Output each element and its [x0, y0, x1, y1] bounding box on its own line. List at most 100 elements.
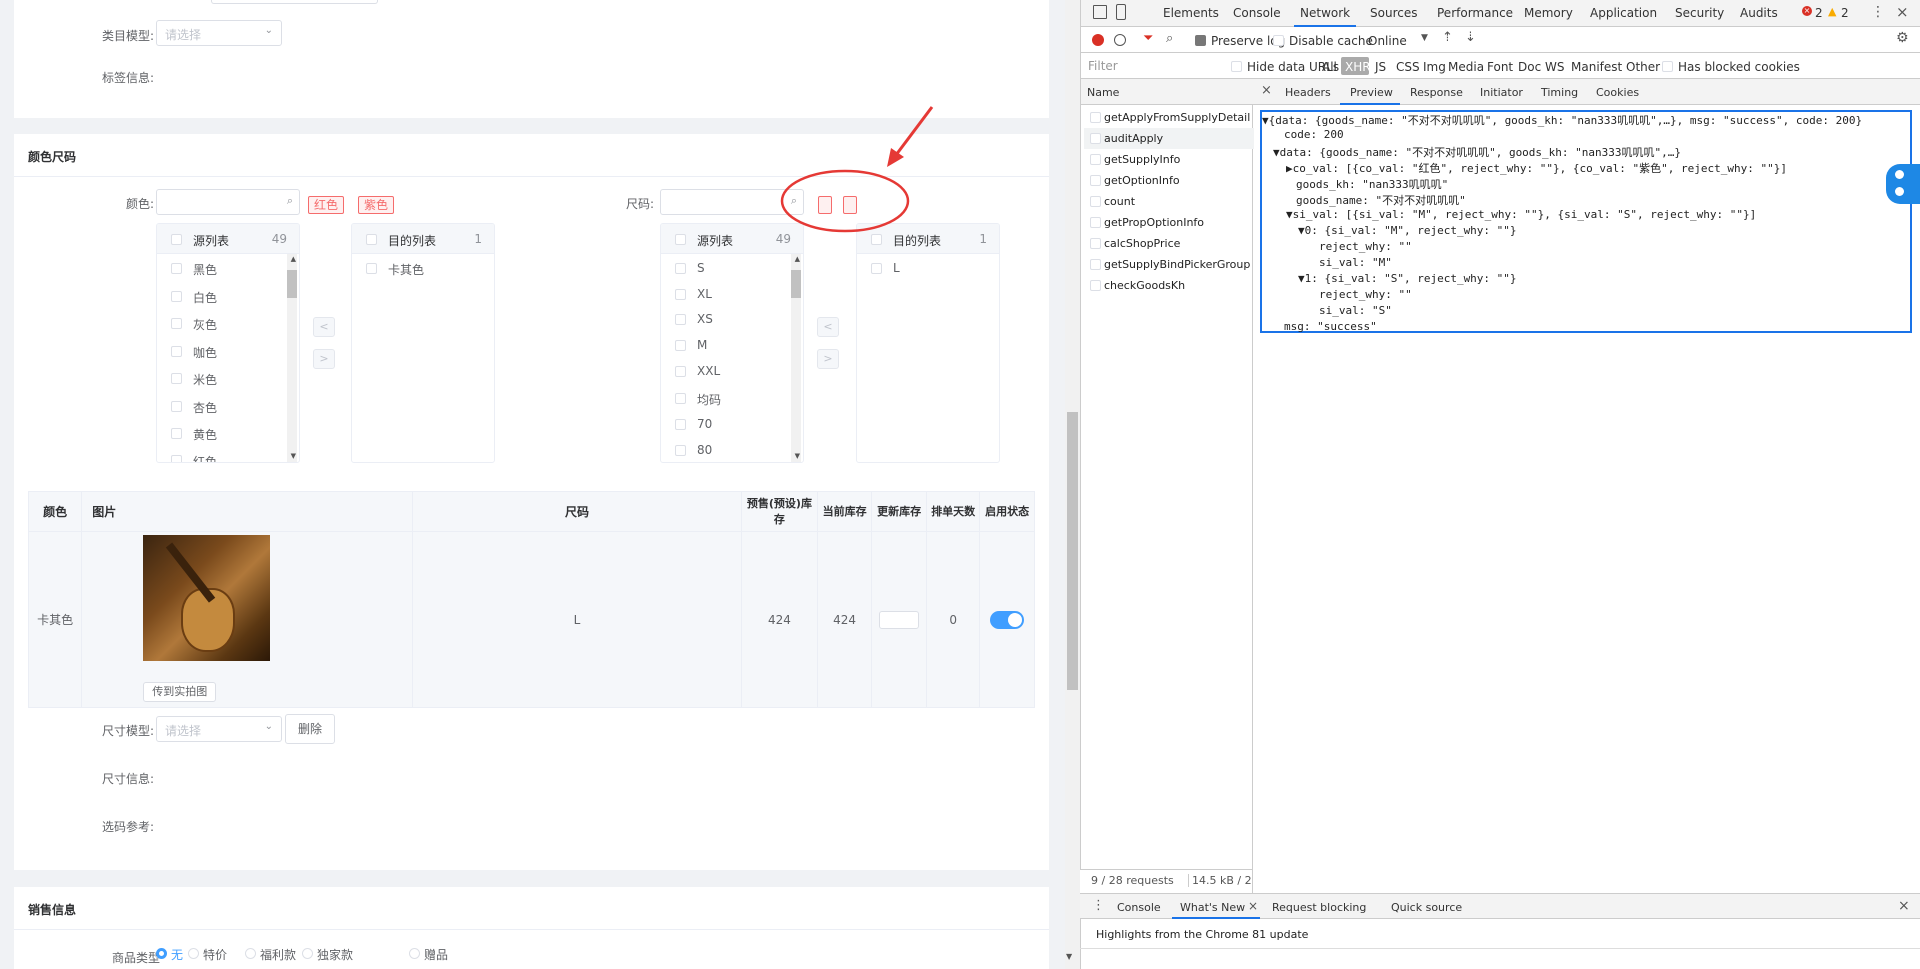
item-checkbox[interactable] — [675, 393, 686, 404]
move-left-button[interactable]: < — [817, 317, 839, 337]
upload-photo-button[interactable]: 传到实拍图 — [143, 682, 217, 702]
list-item[interactable]: 杏色 — [157, 396, 287, 416]
json-root[interactable]: ▼{data: {goods_name: "不对不对叽叽叽", goods_kh… — [1262, 112, 1862, 128]
request-row[interactable]: calcShopPrice — [1084, 233, 1254, 254]
list-item[interactable]: M — [661, 335, 791, 355]
more-options-icon[interactable]: ⋮ — [1871, 4, 1885, 20]
list-item[interactable]: 黑色 — [157, 258, 287, 278]
preserve-log-checkbox[interactable] — [1195, 35, 1206, 46]
update-stock-input[interactable] — [879, 610, 920, 629]
item-checkbox[interactable] — [366, 263, 377, 274]
move-right-button[interactable]: > — [817, 349, 839, 369]
export-har-icon[interactable]: ⇣ — [1465, 30, 1476, 45]
scroll-up-icon[interactable]: ▲ — [795, 255, 800, 263]
list-item[interactable]: 红色 — [157, 450, 287, 462]
tab-response[interactable]: Response — [1410, 86, 1463, 99]
request-row[interactable]: getSupplyInfo — [1084, 149, 1254, 170]
import-har-icon[interactable]: ⇡ — [1442, 30, 1453, 45]
type-xhr[interactable]: XHR — [1345, 60, 1371, 74]
device-toolbar-icon[interactable] — [1116, 4, 1126, 20]
inspect-icon[interactable] — [1093, 5, 1107, 19]
color-tag-purple[interactable]: 紫色 — [358, 196, 395, 214]
close-icon[interactable]: × — [1898, 898, 1910, 914]
drawer-tab-request-blocking[interactable]: Request blocking — [1272, 901, 1366, 914]
close-icon[interactable]: × — [1248, 899, 1258, 913]
request-row-selected[interactable]: auditApply — [1084, 128, 1254, 149]
tab-cookies[interactable]: Cookies — [1596, 86, 1639, 99]
product-photo[interactable] — [143, 535, 271, 661]
list-item[interactable]: XS — [661, 309, 791, 329]
close-icon[interactable]: × — [1896, 3, 1909, 21]
json-co-val[interactable]: ▶co_val: [{co_val: "红色", reject_why: ""}… — [1286, 160, 1787, 176]
drawer-tab-whats-new[interactable]: What's New — [1180, 901, 1245, 914]
throttle-select[interactable]: Online — [1368, 34, 1407, 48]
move-right-button[interactable]: > — [313, 349, 335, 369]
item-checkbox[interactable] — [675, 314, 686, 325]
scroll-up-icon[interactable]: ▲ — [291, 255, 296, 263]
scrollbar-thumb[interactable] — [791, 270, 801, 298]
type-media[interactable]: Media — [1448, 60, 1484, 74]
scroll-down-icon[interactable]: ▼ — [291, 452, 296, 460]
item-checkbox[interactable] — [675, 419, 686, 430]
move-left-button[interactable]: < — [313, 317, 335, 337]
tab-initiator[interactable]: Initiator — [1480, 86, 1523, 99]
tab-network[interactable]: Network — [1300, 6, 1350, 20]
tab-console[interactable]: Console — [1233, 6, 1281, 20]
list-item[interactable]: 米色 — [157, 368, 287, 388]
list-item[interactable]: 卡其色 — [352, 258, 492, 278]
item-checkbox[interactable] — [171, 263, 182, 274]
hide-data-urls-checkbox[interactable] — [1231, 61, 1242, 72]
tab-timing[interactable]: Timing — [1541, 86, 1578, 99]
list-item[interactable]: 70 — [661, 414, 791, 434]
item-checkbox[interactable] — [171, 318, 182, 329]
floating-assistant-icon[interactable] — [1886, 164, 1920, 204]
request-row[interactable]: getOptionInfo — [1084, 170, 1254, 191]
chevron-down-icon[interactable]: ▼ — [1421, 33, 1428, 43]
list-item[interactable]: 灰色 — [157, 313, 287, 333]
radio-exclusive[interactable] — [302, 948, 313, 959]
tab-headers[interactable]: Headers — [1285, 86, 1331, 99]
search-icon[interactable]: ⌕ — [1166, 31, 1173, 46]
select-all-checkbox[interactable] — [675, 234, 686, 245]
type-font[interactable]: Font — [1487, 60, 1513, 74]
request-row[interactable]: checkGoodsKh — [1084, 275, 1254, 296]
warning-count[interactable]: 2 — [1841, 6, 1849, 20]
item-checkbox[interactable] — [171, 455, 182, 462]
list-item[interactable]: 黄色 — [157, 423, 287, 443]
clear-icon[interactable] — [1114, 34, 1126, 46]
item-checkbox[interactable] — [675, 340, 686, 351]
type-ws[interactable]: WS — [1545, 60, 1564, 74]
category-model-select[interactable]: 请选择 ⌄ — [156, 20, 282, 46]
type-js[interactable]: JS — [1375, 60, 1386, 74]
disable-cache-checkbox[interactable] — [1273, 35, 1284, 46]
select-all-checkbox[interactable] — [171, 234, 182, 245]
item-checkbox[interactable] — [675, 445, 686, 456]
radio-special[interactable] — [188, 948, 199, 959]
name-column-header[interactable]: Name — [1087, 86, 1119, 99]
tab-preview[interactable]: Preview — [1350, 86, 1393, 99]
item-checkbox[interactable] — [171, 428, 182, 439]
request-row[interactable]: getApplyFromSupplyDetail — [1084, 107, 1254, 128]
item-checkbox[interactable] — [871, 263, 882, 274]
scroll-down-icon[interactable]: ▼ — [1066, 952, 1072, 961]
radio-welfare[interactable] — [245, 948, 256, 959]
list-item[interactable]: L — [857, 258, 997, 278]
list-item[interactable]: S — [661, 258, 791, 278]
item-checkbox[interactable] — [171, 346, 182, 357]
type-img[interactable]: Img — [1423, 60, 1446, 74]
delete-button[interactable]: 删除 — [285, 714, 335, 744]
tab-memory[interactable]: Memory — [1524, 6, 1573, 20]
list-item[interactable]: XXL — [661, 361, 791, 381]
list-item[interactable]: 白色 — [157, 286, 287, 306]
radio-gift[interactable] — [409, 948, 420, 959]
json-si-val-0[interactable]: ▼0: {si_val: "M", reject_why: ""} — [1298, 224, 1517, 237]
type-other[interactable]: Other — [1626, 60, 1660, 74]
warning-icon[interactable]: ▲ — [1828, 5, 1836, 18]
error-icon[interactable]: × — [1802, 6, 1812, 16]
blocked-cookies-checkbox[interactable] — [1662, 61, 1673, 72]
tab-audits[interactable]: Audits — [1740, 6, 1778, 20]
type-manifest[interactable]: Manifest — [1571, 60, 1622, 74]
request-row[interactable]: count — [1084, 191, 1254, 212]
list-item[interactable]: 80 — [661, 440, 791, 460]
error-count[interactable]: 2 — [1815, 6, 1823, 20]
